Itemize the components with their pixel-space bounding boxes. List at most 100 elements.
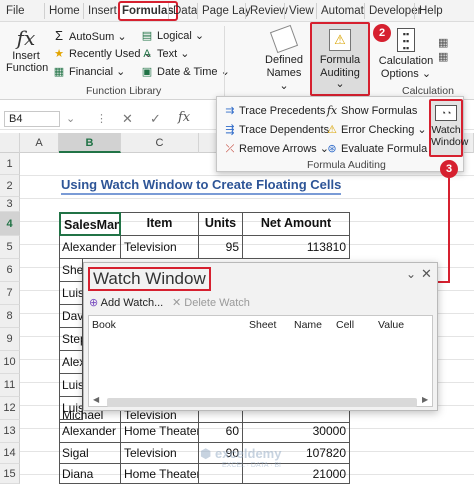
evaluate-formula-label: Evaluate Formula bbox=[341, 143, 428, 155]
table-header-item[interactable]: Item bbox=[121, 212, 199, 236]
trace-dependents-button[interactable]: ⇶ Trace Dependents bbox=[223, 122, 329, 138]
error-checking-button[interactable]: ⚠ Error Checking ⌄ bbox=[325, 122, 427, 138]
add-watch-button[interactable]: ⊕ Add Watch... bbox=[89, 296, 163, 310]
watch-column-value[interactable]: Value bbox=[378, 319, 404, 331]
horizontal-scrollbar[interactable] bbox=[107, 398, 417, 407]
recently-used-button[interactable]: ★ Recently Used ⌄ bbox=[52, 46, 153, 62]
close-icon[interactable]: ✕ bbox=[421, 266, 432, 282]
insert-function-label-1: Insert bbox=[12, 50, 40, 62]
watch-column-cell[interactable]: Cell bbox=[336, 319, 354, 331]
row-header[interactable]: 6 bbox=[0, 259, 20, 282]
tab-file[interactable]: File bbox=[6, 3, 25, 19]
column-header[interactable]: C bbox=[121, 133, 199, 153]
row-header[interactable]: 10 bbox=[0, 351, 20, 374]
row-header[interactable]: 2 bbox=[0, 175, 20, 197]
tab-insert[interactable]: Insert bbox=[83, 3, 117, 19]
table-cell[interactable]: 113810 bbox=[243, 236, 350, 259]
book-icon: ▦ bbox=[53, 66, 65, 78]
table-cell[interactable]: Home Theater bbox=[121, 420, 199, 443]
tab-developer[interactable]: Developer bbox=[364, 3, 421, 19]
table-cell[interactable]: Television bbox=[121, 443, 199, 464]
tab-data[interactable]: Data bbox=[168, 3, 197, 19]
chevron-down-icon: ⌄ bbox=[116, 66, 126, 78]
add-watch-label: Add Watch... bbox=[100, 297, 164, 309]
name-box-dropdown-icon[interactable]: ⌄ bbox=[66, 112, 75, 125]
table-cell[interactable]: Television bbox=[121, 236, 199, 259]
tab-home[interactable]: Home bbox=[44, 3, 80, 19]
calculation-options-label-1: Calculation bbox=[378, 55, 434, 67]
formula-auditing-icon: ⚠ bbox=[329, 29, 351, 51]
show-formulas-icon: fx bbox=[326, 104, 338, 117]
row-header[interactable]: 1 bbox=[0, 153, 20, 175]
watch-window-button[interactable]: ◔◔ Watch Window bbox=[429, 99, 469, 157]
table-cell[interactable]: Dav bbox=[59, 305, 83, 328]
row-header[interactable]: 7 bbox=[0, 282, 20, 305]
watch-window-label-2: Window bbox=[431, 136, 469, 148]
formula-auditing-button[interactable]: ⚠ Formula Auditing ⌄ bbox=[310, 22, 370, 96]
delete-watch-button[interactable]: ✕ Delete Watch bbox=[172, 296, 250, 310]
cancel-icon[interactable]: ✕ bbox=[122, 111, 133, 127]
excel-window: File Home Insert Formulas Data Page Lay … bbox=[0, 0, 474, 484]
table-cell[interactable]: 30000 bbox=[243, 420, 350, 443]
table-cell[interactable]: 60 bbox=[199, 420, 243, 443]
enter-icon[interactable]: ✓ bbox=[150, 111, 161, 127]
row-header[interactable]: 11 bbox=[0, 374, 20, 397]
watch-column-sheet[interactable]: Sheet bbox=[249, 319, 276, 331]
table-cell[interactable]: Sigal bbox=[59, 443, 121, 464]
tab-review[interactable]: Review bbox=[245, 3, 288, 19]
table-cell[interactable]: Alexander bbox=[59, 420, 121, 443]
calc-now-icons[interactable]: ▦ ▦ bbox=[438, 36, 448, 64]
tab-page-layout[interactable]: Page Lay bbox=[197, 3, 251, 19]
select-all-corner[interactable] bbox=[0, 133, 20, 153]
autosum-button[interactable]: Σ AutoSum ⌄ bbox=[52, 28, 127, 44]
date-time-button[interactable]: ▣ Date & Time ⌄ bbox=[140, 64, 230, 80]
name-box[interactable]: B4 bbox=[4, 111, 60, 127]
watch-window[interactable]: Watch Window ⌄ ✕ ⊕ Add Watch... ✕ Delete… bbox=[83, 262, 438, 411]
watch-column-book[interactable]: Book bbox=[92, 319, 116, 331]
row-header[interactable]: 4 bbox=[0, 212, 20, 236]
table-cell[interactable]: Alexander bbox=[59, 236, 121, 259]
row-header[interactable]: 15 bbox=[0, 464, 20, 484]
defined-names-button[interactable]: Defined Names ⌄ bbox=[262, 24, 306, 93]
row-header[interactable]: 5 bbox=[0, 236, 20, 259]
table-cell[interactable]: Diana bbox=[59, 464, 121, 484]
logical-button[interactable]: ▤ Logical ⌄ bbox=[140, 28, 204, 44]
column-header[interactable]: B bbox=[59, 133, 121, 153]
table-cell[interactable]: Home Theater bbox=[121, 464, 199, 484]
table-header-net-amount[interactable]: Net Amount bbox=[243, 212, 350, 236]
table-cell[interactable]: She bbox=[59, 259, 83, 282]
table-header-salesman[interactable]: SalesMan bbox=[59, 212, 121, 236]
scroll-left-icon[interactable]: ◀ bbox=[93, 395, 99, 404]
financial-button[interactable]: ▦ Financial ⌄ bbox=[52, 64, 126, 80]
chevron-down-icon[interactable]: ⌄ bbox=[406, 267, 416, 281]
scroll-right-icon[interactable]: ▶ bbox=[422, 395, 428, 404]
row-header[interactable]: 13 bbox=[0, 420, 20, 443]
table-cell[interactable]: 95 bbox=[199, 236, 243, 259]
row-header[interactable]: 9 bbox=[0, 328, 20, 351]
table-cell[interactable]: Luis bbox=[59, 282, 83, 305]
table-cell[interactable]: Luis bbox=[59, 374, 83, 397]
tab-help[interactable]: Help bbox=[414, 3, 443, 19]
table-cell[interactable]: Alex bbox=[59, 351, 83, 374]
row-header[interactable]: 12 bbox=[0, 397, 20, 420]
show-formulas-button[interactable]: fx Show Formulas bbox=[325, 103, 418, 119]
insert-function-button[interactable]: fx Insert Function bbox=[6, 26, 48, 74]
text-button[interactable]: A Text ⌄ bbox=[140, 46, 189, 62]
calculation-options-button[interactable]: ▪▪ ▪▪ ▪▪ Calculation Options ⌄ bbox=[378, 26, 434, 81]
watch-window-title[interactable]: Watch Window bbox=[88, 267, 211, 291]
table-header-units[interactable]: Units bbox=[199, 212, 243, 236]
tab-view[interactable]: View bbox=[284, 3, 314, 19]
question-book-icon: ▤ bbox=[141, 30, 153, 42]
evaluate-formula-button[interactable]: ⊛ Evaluate Formula bbox=[325, 141, 427, 157]
insert-function-fx-icon[interactable]: fx bbox=[178, 110, 190, 125]
tab-automate[interactable]: Automat bbox=[316, 3, 364, 19]
row-header[interactable]: 14 bbox=[0, 443, 20, 464]
trace-precedents-button[interactable]: ⇉ Trace Precedents bbox=[223, 103, 325, 119]
row-header[interactable]: 8 bbox=[0, 305, 20, 328]
column-header[interactable]: A bbox=[20, 133, 59, 153]
remove-arrows-button[interactable]: ⤫ Remove Arrows ⌄ bbox=[223, 141, 329, 157]
row-header[interactable]: 3 bbox=[0, 197, 20, 212]
error-checking-icon: ⚠ bbox=[327, 124, 337, 136]
watch-column-name[interactable]: Name bbox=[294, 319, 322, 331]
table-cell[interactable]: Step bbox=[59, 328, 83, 351]
